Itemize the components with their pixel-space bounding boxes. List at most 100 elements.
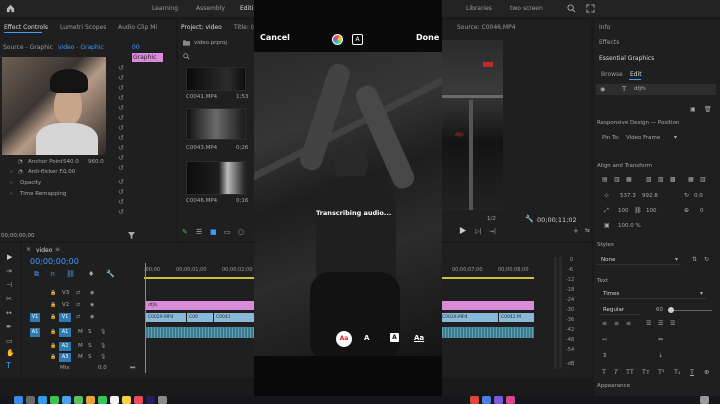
eye-icon[interactable]: ◉	[90, 302, 94, 308]
chrome-icon[interactable]	[470, 396, 479, 404]
reset-icon[interactable]: ↺	[118, 154, 124, 162]
maps-icon[interactable]	[74, 396, 83, 404]
baseline-icon[interactable]: ⇣	[658, 352, 663, 359]
eye-icon[interactable]: ◉	[600, 86, 605, 93]
tracking-icon[interactable]: ⇿	[602, 336, 607, 343]
align-center-icon[interactable]: ▥	[614, 176, 620, 183]
reset-icon[interactable]: ↺	[118, 188, 124, 196]
export-frame-icon[interactable]: ⇆	[585, 227, 590, 234]
mic-icon[interactable]: 🎙	[100, 354, 106, 360]
sync-lock-icon[interactable]: ⇄	[76, 302, 80, 308]
text-frame-icon[interactable]: A	[352, 34, 363, 45]
expand-arrow-icon[interactable]: ›	[10, 180, 12, 186]
rectangle-tool-icon[interactable]: ▭	[6, 337, 13, 345]
search-icon[interactable]	[183, 53, 190, 60]
ec-bottom-timecode[interactable]: 00;00;00;00	[1, 233, 35, 239]
lock-icon[interactable]: 🔒	[50, 329, 56, 335]
sync-lock-icon[interactable]: ⇄	[76, 314, 80, 320]
razor-tool-icon[interactable]: ✂	[6, 295, 12, 303]
premiere-icon[interactable]	[146, 396, 155, 404]
align-bottom-icon[interactable]: ▩	[670, 176, 676, 183]
source-patch-v1[interactable]: V1	[30, 313, 40, 322]
marker-icon[interactable]: ♦	[88, 270, 94, 278]
faux-bold-icon[interactable]: T	[602, 368, 606, 376]
lock-icon[interactable]: 🔒	[50, 343, 56, 349]
track-select-tool-icon[interactable]: ⇥	[6, 267, 12, 275]
eye-icon[interactable]: ◉	[90, 290, 94, 296]
cancel-button[interactable]: Cancel	[260, 33, 290, 42]
lock-icon[interactable]: 🔒	[50, 354, 56, 360]
stopwatch-icon[interactable]: ◔	[18, 169, 23, 175]
app-icon[interactable]	[506, 396, 515, 404]
text-align-right-icon[interactable]: ≡	[626, 320, 631, 327]
video-clip[interactable]: C0029.MP4	[146, 313, 186, 322]
font-dropdown[interactable]: Times ▾	[600, 290, 706, 299]
eye-icon[interactable]: ◉	[90, 314, 94, 320]
mute-button[interactable]: M	[78, 343, 83, 349]
reset-icon[interactable]: ↺	[118, 208, 124, 216]
step-forward-icon[interactable]: ▷|	[475, 228, 482, 235]
graphic-clip[interactable]: dfjfs	[146, 301, 256, 310]
trash-icon[interactable]	[700, 396, 709, 404]
font-size-slider[interactable]	[668, 310, 712, 311]
tab-source[interactable]: Source: C0046.MP4	[457, 24, 516, 31]
superscript-icon[interactable]: T¹	[658, 368, 665, 376]
new-layer-icon[interactable]: ▣	[690, 106, 696, 113]
close-icon[interactable]: ×	[26, 246, 31, 253]
launchpad-icon[interactable]	[26, 396, 35, 404]
mix-value[interactable]: 0.0	[98, 365, 107, 371]
justify-right-icon[interactable]: ☰	[670, 320, 675, 327]
lock-icon[interactable]: 🔒	[50, 290, 56, 296]
workspace-tab-editing[interactable]: Editi	[240, 5, 253, 12]
safari-icon[interactable]	[38, 396, 47, 404]
tab-sequence[interactable]: video	[36, 247, 52, 254]
solo-button[interactable]: S	[88, 354, 92, 360]
track-target-a3[interactable]: A3	[59, 353, 71, 362]
reset-icon[interactable]: ↺	[118, 134, 124, 142]
linked-icon[interactable]: ⛓	[66, 270, 75, 278]
distribute-v-icon[interactable]: ▥	[700, 176, 706, 183]
color-wheel-icon[interactable]	[332, 34, 343, 45]
expand-icon[interactable]	[586, 4, 595, 13]
chevron-down-icon[interactable]: ▾	[674, 134, 677, 141]
app-icon[interactable]	[482, 396, 491, 404]
expand-arrow-icon[interactable]: ›	[10, 191, 12, 197]
anchor-value[interactable]: 0	[700, 208, 704, 214]
snap-icon[interactable]: ∩	[50, 270, 55, 278]
reset-icon[interactable]: ↺	[118, 144, 124, 152]
reset-icon[interactable]: ↺	[118, 74, 124, 82]
reset-icon[interactable]: ↺	[118, 124, 124, 132]
align-middle-icon[interactable]: ▨	[658, 176, 664, 183]
go-to-end-icon[interactable]: ⏭	[130, 364, 135, 372]
strikethrough-icon[interactable]: ⊕	[704, 368, 709, 376]
faux-italic-icon[interactable]: T	[614, 368, 618, 376]
lock-icon[interactable]: 🔒	[50, 314, 56, 320]
wrench-icon[interactable]: 🔧	[106, 270, 115, 278]
reset-icon[interactable]: ↺	[118, 84, 124, 92]
page-indicator[interactable]: 1/2	[487, 216, 496, 222]
mute-button[interactable]: M	[78, 329, 83, 335]
timeline-timecode[interactable]: 00;00;00;00	[30, 257, 79, 266]
subscript-icon[interactable]: T₁	[674, 368, 681, 376]
pin-dropdown[interactable]: Video Frame	[626, 135, 660, 141]
text-align-left-icon[interactable]: ≡	[602, 320, 607, 327]
notes-icon[interactable]	[122, 396, 131, 404]
lock-icon[interactable]: 🔒	[50, 302, 56, 308]
position-y[interactable]: 992.8	[642, 193, 658, 199]
underline-icon[interactable]: T	[690, 368, 694, 376]
slider-icon[interactable]: ○	[238, 228, 244, 236]
leading-icon[interactable]: ⇕	[602, 352, 607, 359]
param-value[interactable]: 0.00	[63, 169, 75, 175]
all-caps-icon[interactable]: TT	[626, 368, 634, 376]
media-thumbnail[interactable]	[186, 67, 246, 91]
reset-icon[interactable]: ↺	[118, 64, 124, 72]
reset-icon[interactable]: ↺	[118, 94, 124, 102]
icon-view-icon[interactable]: ■	[210, 228, 217, 236]
slider-thumb[interactable]	[668, 307, 674, 313]
graphic-clip-right[interactable]	[440, 301, 534, 310]
source-dropdown[interactable]: Source - Graphic	[3, 44, 53, 51]
link-icon[interactable]: ⛓	[634, 207, 642, 214]
style-options-icon[interactable]: ⇅	[692, 256, 697, 263]
video-clip[interactable]: C0029.MP4	[440, 313, 498, 322]
finder-icon[interactable]	[14, 396, 23, 404]
